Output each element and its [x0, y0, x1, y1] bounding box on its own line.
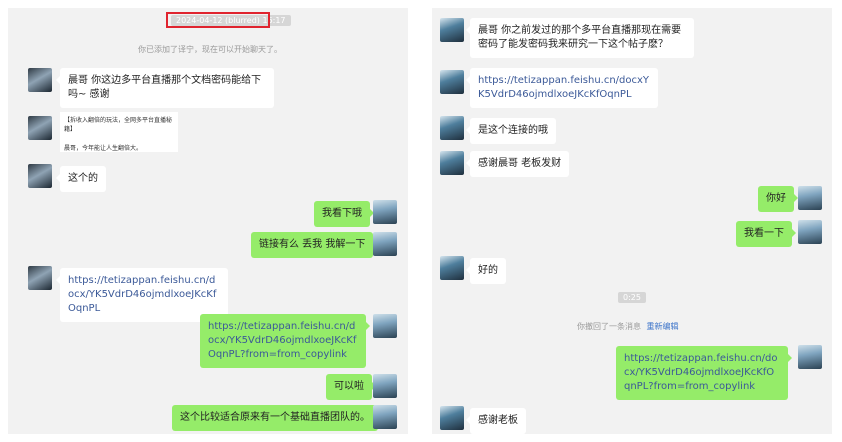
own-avatar[interactable]	[373, 200, 397, 224]
message-bubble-own[interactable]: 你好	[758, 186, 798, 212]
contact-avatar[interactable]	[28, 116, 52, 140]
message-bubble-own[interactable]: 链接有么 丢我 我解一下	[251, 232, 378, 258]
message-bubble[interactable]: 晨哥 你这边多平台直播那个文档密码能给下吗~ 感谢	[56, 68, 274, 108]
own-avatar[interactable]	[373, 232, 397, 256]
system-notice: 你已添加了译宁，现在可以开始聊天了。	[138, 45, 282, 54]
message-bubble[interactable]: 是这个连接的哦	[466, 118, 556, 144]
contact-avatar[interactable]	[440, 151, 464, 175]
contact-avatar[interactable]	[28, 266, 52, 290]
own-avatar[interactable]	[798, 186, 822, 210]
contact-avatar[interactable]	[440, 116, 464, 140]
contact-avatar[interactable]	[440, 70, 464, 94]
recall-notice: 你撤回了一条消息 重新编辑	[577, 321, 679, 332]
message-bubble-own[interactable]: 我看一下	[736, 221, 796, 247]
highlight-box	[166, 12, 270, 28]
link-message-own[interactable]: https://tetizappan.feishu.cn/docx/YK5Vdr…	[616, 346, 792, 400]
message-bubble-own[interactable]: 这个比较适合原来有一个基础直播团队的。	[172, 405, 382, 431]
message-bubble[interactable]: 晨哥 你之前发过的那个多平台直播那现在需要密码了能发密码我来研究一下这个帖子麽？	[466, 18, 694, 58]
message-bubble-own[interactable]: 可以啦	[326, 374, 376, 400]
message-bubble[interactable]: 感谢晨哥 老板发财	[465, 151, 570, 177]
re-edit-link[interactable]: 重新编辑	[647, 322, 679, 331]
link-message-own[interactable]: https://tetizappan.feishu.cn/docx/YK5Vdr…	[200, 314, 370, 368]
own-avatar[interactable]	[798, 220, 822, 244]
message-bubble[interactable]: 这个的	[56, 166, 106, 192]
message-bubble[interactable]: 好的	[466, 258, 506, 284]
own-avatar[interactable]	[373, 314, 397, 338]
left-chat-panel: 2024-04-12 (blurred) 16:17 你已添加了译宁，现在可以开…	[8, 8, 408, 434]
message-bubble[interactable]: 感谢老板	[466, 408, 526, 434]
recall-text: 你撤回了一条消息	[577, 322, 641, 331]
own-avatar[interactable]	[798, 345, 822, 369]
message-bubble-own[interactable]: 我看下哦	[314, 201, 374, 227]
own-avatar[interactable]	[373, 405, 397, 429]
contact-avatar[interactable]	[28, 164, 52, 188]
contact-avatar[interactable]	[440, 406, 464, 430]
time-badge: 0:25	[618, 292, 646, 303]
right-chat-panel: 晨哥 你之前发过的那个多平台直播那现在需要密码了能发密码我来研究一下这个帖子麽？…	[432, 8, 832, 434]
card-title: 【拆收入翻倍的玩法，全网多平台直播秘籍】	[64, 117, 173, 133]
contact-avatar[interactable]	[440, 256, 464, 280]
card-subtitle: 晨哥，今年能让人生翻倍大。	[64, 145, 143, 152]
own-avatar[interactable]	[373, 374, 397, 398]
contact-avatar[interactable]	[28, 68, 52, 92]
link-message[interactable]: https://tetizappan.feishu.cn/docxYK5VdrD…	[466, 68, 658, 108]
contact-avatar[interactable]	[440, 18, 464, 42]
document-card[interactable]: 【拆收入翻倍的玩法，全网多平台直播秘籍】 晨哥，今年能让人生翻倍大。	[60, 112, 178, 152]
